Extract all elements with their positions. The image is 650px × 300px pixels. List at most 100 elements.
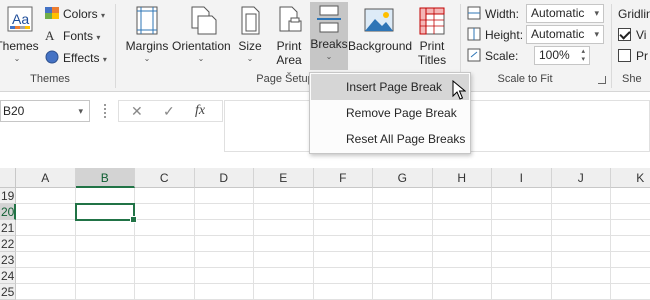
row-header-23[interactable]: 23 [0, 252, 16, 268]
print-area-icon [279, 6, 302, 32]
print-label: Pr [636, 49, 648, 63]
column-header-b[interactable]: B [75, 168, 135, 188]
svg-text:Aa: Aa [12, 11, 29, 27]
chevron-down-icon: ▾ [96, 33, 101, 42]
width-dropdown[interactable]: Automatic ▾ [526, 4, 604, 23]
gridline [16, 235, 650, 236]
row-header-25[interactable]: 25 [0, 284, 16, 300]
view-label: Vi [636, 28, 647, 42]
menu-item-label: Remove Page Break [346, 106, 457, 120]
background-label: Background [348, 39, 413, 53]
mouse-cursor-icon [452, 80, 466, 100]
chevron-down-icon: ⌄ [246, 54, 254, 63]
row-header-24[interactable]: 24 [0, 268, 16, 284]
width-value: Automatic [531, 6, 585, 20]
scale-spinner[interactable]: 100% ▴ ▾ [534, 46, 590, 65]
chevron-down-icon: ⌄ [143, 54, 151, 63]
background-icon [364, 8, 394, 32]
gridline [16, 283, 650, 284]
column-header-h[interactable]: H [432, 168, 492, 188]
themes-button[interactable]: Aa Themes⌄ [0, 4, 40, 70]
worksheet-grid[interactable]: ABCDEFGHIJK 19 20 21 22 23 24 25 [0, 168, 650, 300]
column-header-d[interactable]: D [194, 168, 254, 188]
print-titles-label-2: Titles [417, 53, 447, 67]
select-all-corner[interactable] [0, 168, 16, 188]
chevron-down-icon: ▾ [594, 29, 599, 39]
effects-icon [45, 50, 59, 64]
name-box[interactable]: B20 ▾ [0, 100, 90, 122]
background-button[interactable]: Background [348, 4, 413, 70]
gridlines-view-checkbox[interactable]: Vi [618, 25, 646, 45]
effects-label: Effects [63, 51, 100, 65]
insert-page-break-item[interactable]: Insert Page Break [311, 74, 469, 100]
insert-function-button[interactable]: fx [195, 103, 205, 119]
themes-label: Themes [0, 39, 39, 53]
row-header-20[interactable]: 20 [0, 204, 16, 220]
themes-group-label: Themes [30, 73, 70, 85]
remove-page-break-item[interactable]: Remove Page Break [311, 100, 469, 126]
colors-button[interactable]: Colors ▾ [44, 4, 105, 24]
column-header-f[interactable]: F [313, 168, 373, 188]
scale-label-row: Scale: [466, 46, 518, 66]
margins-label: Margins [125, 39, 169, 53]
print-area-button[interactable]: Print Area ⌄ [270, 4, 308, 76]
height-dropdown[interactable]: Automatic ▾ [526, 25, 604, 44]
column-header-c[interactable]: C [135, 168, 195, 188]
margins-icon [136, 6, 158, 35]
cancel-icon[interactable]: ✕ [131, 103, 143, 120]
scale-icon [467, 48, 481, 62]
fonts-button[interactable]: A Fonts ▾ [44, 26, 100, 46]
column-header-j[interactable]: J [551, 168, 611, 188]
print-titles-icon [419, 7, 445, 35]
chevron-down-icon: ⌄ [325, 52, 333, 61]
scale-value: 100% [539, 48, 570, 62]
gridline [16, 267, 650, 268]
colors-label: Colors [63, 7, 98, 21]
menu-item-label: Insert Page Break [346, 80, 443, 94]
width-icon [467, 6, 481, 20]
chevron-down-icon: ▾ [78, 106, 83, 116]
active-cell[interactable] [74, 203, 137, 223]
effects-button[interactable]: Effects ▾ [44, 48, 107, 68]
column-header-e[interactable]: E [254, 168, 314, 188]
orientation-label: Orientation [172, 39, 231, 53]
reset-all-page-breaks-item[interactable]: Reset All Page Breaks [311, 126, 469, 152]
margins-button[interactable]: Margins ⌄ [124, 4, 170, 70]
height-label-row: Height: [466, 25, 523, 45]
chevron-down-icon: ▾ [594, 8, 599, 18]
column-header-g[interactable]: G [373, 168, 433, 188]
chevron-down-icon: ▾ [102, 55, 107, 64]
column-header-k[interactable]: K [611, 168, 650, 188]
enter-icon[interactable]: ✓ [163, 103, 175, 120]
sheet-options-group-label: She [622, 73, 642, 85]
breaks-button[interactable]: Breaks ⌄ [310, 2, 348, 70]
formula-bar-drag-handle[interactable] [104, 104, 106, 118]
print-titles-label-1: Print [419, 39, 445, 53]
breaks-dropdown-menu: Insert Page Break Remove Page Break Rese… [309, 72, 471, 154]
size-button[interactable]: Size ⌄ [232, 4, 268, 70]
width-label-row: Width: [466, 4, 519, 24]
row-header-21[interactable]: 21 [0, 220, 16, 236]
column-header-a[interactable]: A [16, 168, 76, 188]
height-value: Automatic [531, 27, 585, 41]
row-header-22[interactable]: 22 [0, 236, 16, 252]
menu-item-label: Reset All Page Breaks [346, 132, 466, 146]
column-header-i[interactable]: I [492, 168, 552, 188]
dialog-launcher-icon[interactable] [598, 76, 606, 84]
orientation-button[interactable]: Orientation ⌄ [172, 4, 231, 70]
orientation-icon [191, 6, 217, 35]
colors-icon [45, 7, 59, 19]
row-header-19[interactable]: 19 [0, 188, 16, 204]
gridlines-print-checkbox[interactable]: Pr [618, 46, 648, 66]
size-label: Size [238, 39, 262, 53]
gridlines-header: Gridlin [618, 4, 650, 24]
width-label: Width: [485, 7, 520, 21]
scale-to-fit-group-label: Scale to Fit [497, 73, 553, 85]
gridline [16, 251, 650, 252]
fonts-label: Fonts [63, 29, 94, 43]
breaks-label: Breaks [310, 37, 348, 51]
svg-text:A: A [45, 28, 55, 42]
print-titles-button[interactable]: Print Titles [410, 4, 454, 70]
spinner-arrows-icon: ▴ ▾ [581, 48, 585, 63]
breaks-icon [317, 5, 341, 33]
